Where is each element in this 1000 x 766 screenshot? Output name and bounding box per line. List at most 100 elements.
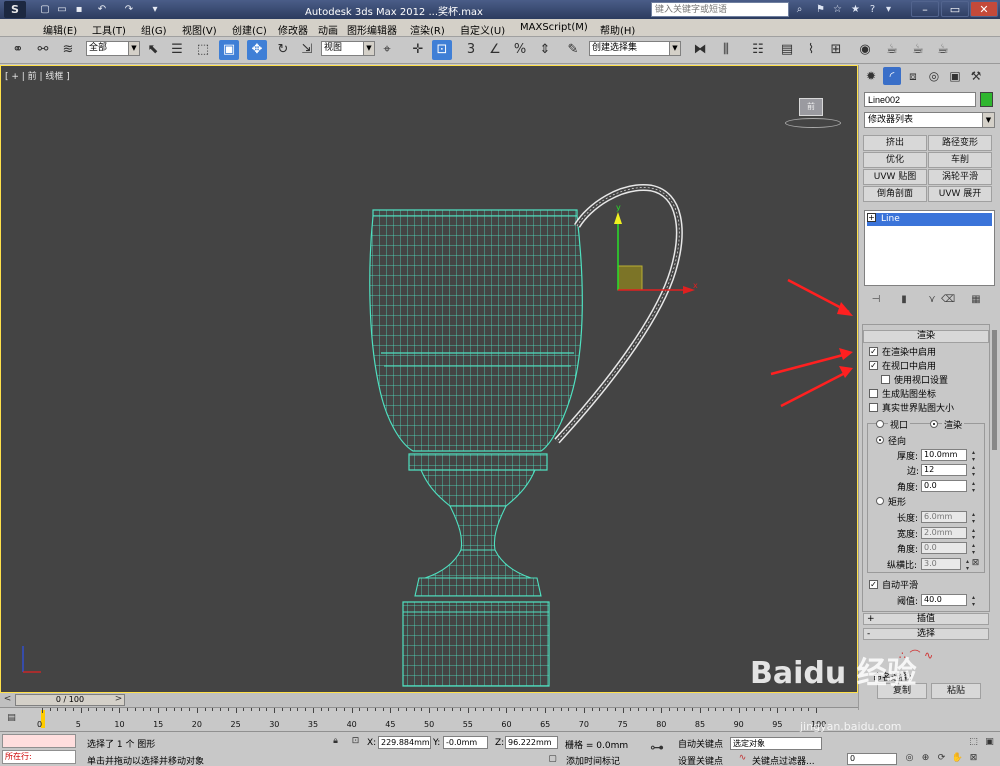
bind-space-warp-icon[interactable]: ≋ [58, 40, 78, 60]
zoom-region-icon[interactable]: ⬚ [967, 736, 980, 749]
angle-snap-icon[interactable]: ∠ [485, 40, 505, 60]
real-world-map-checkbox[interactable] [869, 403, 878, 412]
utilities-tab-icon[interactable]: ⚒ [967, 67, 985, 85]
menu-customize[interactable]: 自定义(U) [460, 22, 505, 37]
display-tab-icon[interactable]: ▣ [946, 67, 964, 85]
enable-in-viewport-checkbox[interactable]: ✓ [869, 361, 878, 370]
maximize-viewport-icon[interactable]: ⊠ [967, 752, 980, 765]
menu-edit[interactable]: 编辑(E) [43, 22, 77, 37]
subscription-icon[interactable]: ⚑ [814, 3, 827, 16]
edit-named-selection-icon[interactable]: ✎ [563, 40, 583, 60]
help-dropdown-icon[interactable]: ▾ [882, 3, 895, 16]
front-viewport[interactable]: [ + | 前 | 线框 ] 前 y x [0, 65, 858, 693]
y-coordinate-field[interactable]: -0.0mm [443, 736, 488, 749]
modify-tab-icon[interactable]: ◜ [883, 67, 901, 85]
remove-modifier-icon[interactable]: ⌫ [941, 293, 955, 307]
unlink-icon[interactable]: ⚯ [33, 40, 53, 60]
aspect-spinner[interactable]: 3.0 [921, 558, 970, 572]
minimize-button[interactable]: – [911, 1, 939, 17]
menu-rendering[interactable]: 渲染(R) [410, 22, 445, 37]
time-prev-icon[interactable]: < [1, 693, 14, 706]
enable-in-renderer-checkbox[interactable]: ✓ [869, 347, 878, 356]
uvw-map-button[interactable]: UVW 贴图 [863, 169, 927, 185]
set-key-icon[interactable]: ⊶ [650, 741, 664, 755]
undo-icon[interactable]: ↶ [95, 3, 109, 16]
show-end-result-icon[interactable]: ▮ [897, 293, 911, 307]
open-file-icon[interactable]: ▭ [55, 3, 69, 16]
orbit-icon[interactable]: ⟳ [935, 752, 948, 765]
key-curve-icon[interactable]: ∿ [736, 752, 749, 765]
material-editor-icon[interactable]: ◉ [855, 40, 875, 60]
menu-modifiers[interactable]: 修改器 [278, 22, 308, 37]
unwrap-uvw-button[interactable]: UVW 展开 [928, 186, 992, 202]
hierarchy-tab-icon[interactable]: ⧈ [904, 67, 922, 85]
redo-icon[interactable]: ↷ [122, 3, 136, 16]
bevel-profile-button[interactable]: 倒角剖面 [863, 186, 927, 202]
time-tag-icon[interactable]: ▢ [546, 753, 559, 766]
quick-access-dropdown-icon[interactable]: ▾ [148, 3, 162, 16]
app-logo-icon[interactable]: S [4, 1, 26, 18]
auto-smooth-checkbox[interactable]: ✓ [869, 580, 878, 589]
maxscript-listener[interactable]: 所在行: [0, 732, 78, 766]
mirror-icon[interactable]: ⧓ [690, 40, 710, 60]
save-file-icon[interactable]: ▪ [72, 3, 86, 16]
use-viewport-settings-checkbox[interactable] [881, 375, 890, 384]
configure-sets-icon[interactable]: ▦ [969, 293, 983, 307]
link-icon[interactable]: ⚭ [8, 40, 28, 60]
maxscript-input[interactable] [2, 734, 76, 748]
key-mode-select[interactable]: 选定对象 [730, 737, 822, 750]
time-next-icon[interactable]: > [112, 693, 125, 706]
graphite-tools-icon[interactable]: ▤ [777, 40, 797, 60]
rendered-frame-window-icon[interactable]: ☕ [908, 40, 928, 60]
menu-help[interactable]: 帮助(H) [600, 22, 635, 37]
select-move-icon[interactable]: ✥ [247, 40, 267, 60]
window-crossing-icon[interactable]: ▣ [219, 40, 239, 60]
select-scale-icon[interactable]: ⇲ [297, 40, 317, 60]
lathe-button[interactable]: 车削 [928, 152, 992, 168]
snaps-toggle-icon[interactable]: 3 [461, 40, 481, 60]
x-coordinate-field[interactable]: 229.884mm [378, 736, 431, 749]
new-file-icon[interactable]: ▢ [38, 3, 52, 16]
viewport-radio[interactable] [876, 420, 884, 428]
scene-wireframe[interactable]: y x [1, 66, 858, 693]
turbosmooth-button[interactable]: 涡轮平滑 [928, 169, 992, 185]
generate-mapping-checkbox[interactable] [869, 389, 878, 398]
schematic-view-icon[interactable]: ⊞ [826, 40, 846, 60]
favorites-icon[interactable]: ★ [849, 3, 862, 16]
time-config-icon[interactable]: ◎ [903, 752, 916, 765]
time-slider[interactable]: 0 / 100 [15, 694, 125, 706]
close-button[interactable]: ✕ [970, 1, 998, 17]
select-rotate-icon[interactable]: ↻ [273, 40, 293, 60]
help-icon[interactable]: ? [866, 3, 879, 16]
selection-lock-icon[interactable]: 🔒︎ [329, 735, 342, 748]
rendering-rollout-header[interactable]: 渲染 [863, 330, 989, 343]
radial-radio[interactable] [876, 436, 884, 444]
field-of-view-icon[interactable]: ▣ [983, 736, 996, 749]
align-icon[interactable]: ⫼ [716, 40, 736, 60]
named-selection-set-select[interactable]: 创建选择集 ▼ [589, 41, 681, 56]
lock-aspect-icon[interactable]: ⊠ [969, 557, 982, 570]
selection-filter-select[interactable]: 全部 ▼ [86, 41, 140, 56]
keyboard-shortcut-icon[interactable]: ⊡ [432, 40, 452, 60]
modifier-stack[interactable]: Line + [864, 210, 995, 286]
make-unique-icon[interactable]: ⋎ [925, 293, 939, 307]
current-frame-field[interactable]: 0 [847, 753, 897, 765]
width-spinner[interactable]: 2.0mm [921, 527, 976, 541]
create-tab-icon[interactable]: ✹ [862, 67, 880, 85]
z-coordinate-field[interactable]: 96.222mm [505, 736, 558, 749]
threshold-spinner[interactable]: 40.0 [921, 594, 976, 608]
select-manipulate-icon[interactable]: ✛ [408, 40, 428, 60]
object-name-input[interactable] [864, 92, 976, 107]
track-bar[interactable]: ▤ 0 5 10 15 20 25 30 35 40 45 50 55 60 65 70 75 80 85 90 95… [0, 707, 858, 731]
rectangular-selection-icon[interactable]: ⬚ [193, 40, 213, 60]
angle-spinner[interactable]: 0.0 [921, 480, 976, 494]
binoculars-icon[interactable]: ⌕ [793, 3, 806, 16]
spinner-snap-icon[interactable]: ⇕ [535, 40, 555, 60]
pin-stack-icon[interactable]: ⊣ [869, 293, 883, 307]
pivot-center-icon[interactable]: ⌖ [377, 40, 397, 60]
key-filters-button[interactable]: 关键点过滤器... [752, 754, 815, 766]
rect-angle-spinner[interactable]: 0.0 [921, 542, 976, 556]
path-deform-button[interactable]: 路径变形 [928, 135, 992, 151]
absolute-mode-icon[interactable]: ⊡ [349, 735, 362, 748]
motion-tab-icon[interactable]: ◎ [925, 67, 943, 85]
